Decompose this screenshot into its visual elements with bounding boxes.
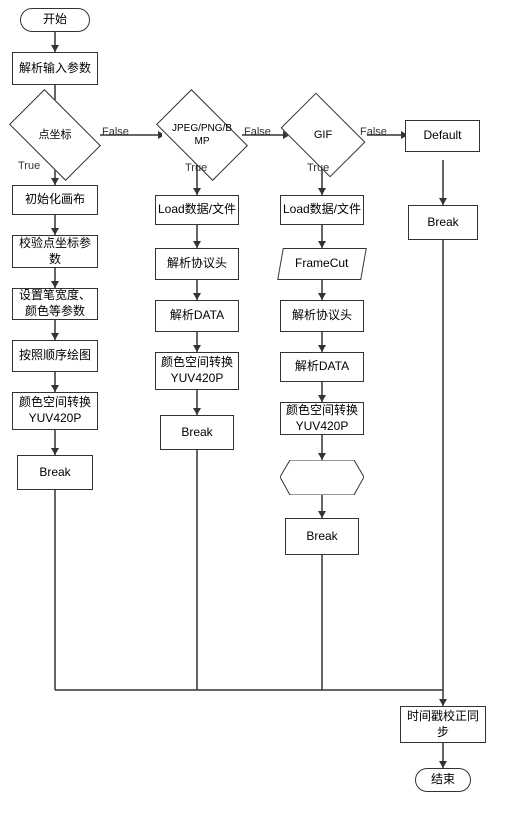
parse-header-jpeg-node: 解析协议头	[155, 248, 239, 280]
init-canvas-node: 初始化画布	[12, 185, 98, 215]
false1-label: False	[102, 126, 129, 138]
end-node: 结束	[415, 768, 471, 792]
break1-node: Break	[17, 455, 93, 490]
break2-node: Break	[160, 415, 234, 450]
gif-node: GIF	[288, 110, 358, 160]
draw-seq-node: 按照顺序绘图	[12, 340, 98, 372]
parse-data-jpeg-node: 解析DATA	[155, 300, 239, 332]
hexagon-shape	[280, 460, 364, 495]
color-conv3-node: 颜色空间转换 YUV420P	[280, 402, 364, 435]
true3-label: True	[307, 162, 329, 174]
color-conv2-node: 颜色空间转换 YUV420P	[155, 352, 239, 390]
load-gif-node: Load数据/文件	[280, 195, 364, 225]
break3-node: Break	[285, 518, 359, 555]
default-node: Default	[405, 120, 480, 152]
false2-label: False	[244, 126, 271, 138]
framecut-node: FrameCut	[277, 248, 367, 280]
true1-label: True	[18, 160, 40, 172]
false3-label: False	[360, 126, 387, 138]
break-default-node: Break	[408, 205, 478, 240]
check-coord-node: 点坐标	[15, 110, 95, 160]
load-jpeg-node: Load数据/文件	[155, 195, 239, 225]
parse-data-gif-node: 解析DATA	[280, 352, 364, 382]
set-pen-node: 设置笔宽度、 颜色等参数	[12, 288, 98, 320]
jpeg-node: JPEG/PNG/B MP	[162, 110, 242, 160]
parse-params-node: 解析输入参数	[12, 52, 98, 85]
start-node: 开始	[20, 8, 90, 32]
true2-label: True	[185, 162, 207, 174]
validate-coord-node: 校验点坐标参 数	[12, 235, 98, 268]
parse-header-gif-node: 解析协议头	[280, 300, 364, 332]
color-conv1-node: 颜色空间转换 YUV420P	[12, 392, 98, 430]
flowchart: 开始 解析输入参数 点坐标 True False JPEG/PNG/B MP T…	[0, 0, 508, 835]
time-sync-node: 时间戳校正同 步	[400, 706, 486, 743]
